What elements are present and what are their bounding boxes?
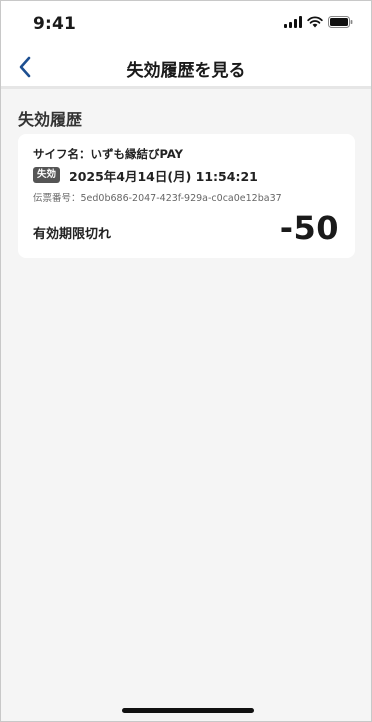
history-card: サイフ名：いずも縁結びPAY 失効 2025年4月14日(月) 11:54:21… [18,134,355,258]
app-screen: 9:41 失効履歴を見る 失効履歴 サイフ名：いずも縁結びPAY 失効 2025… [0,0,372,722]
expiry-reason: 有効期限切れ [33,227,112,242]
slip-number: 伝票番号：5ed0b686-2047-423f-929a-c0ca0e12ba3… [33,193,282,204]
status-time: 9:41 [33,14,77,34]
wallet-name: サイフ名：いずも縁結びPAY [33,147,183,161]
status-bar: 9:41 [1,1,371,47]
signal-icon [284,16,302,28]
amount: -50 [279,209,339,247]
wifi-icon [307,16,323,28]
nav-bar: 失効履歴を見る [1,47,371,89]
transaction-datetime: 2025年4月14日(月) 11:54:21 [69,169,258,184]
status-badge: 失効 [33,167,61,183]
status-icons [284,15,353,29]
home-indicator[interactable] [122,708,254,713]
page-title: 失効履歴を見る [126,61,246,81]
battery-icon [328,16,353,28]
section-title: 失効履歴 [18,110,83,129]
